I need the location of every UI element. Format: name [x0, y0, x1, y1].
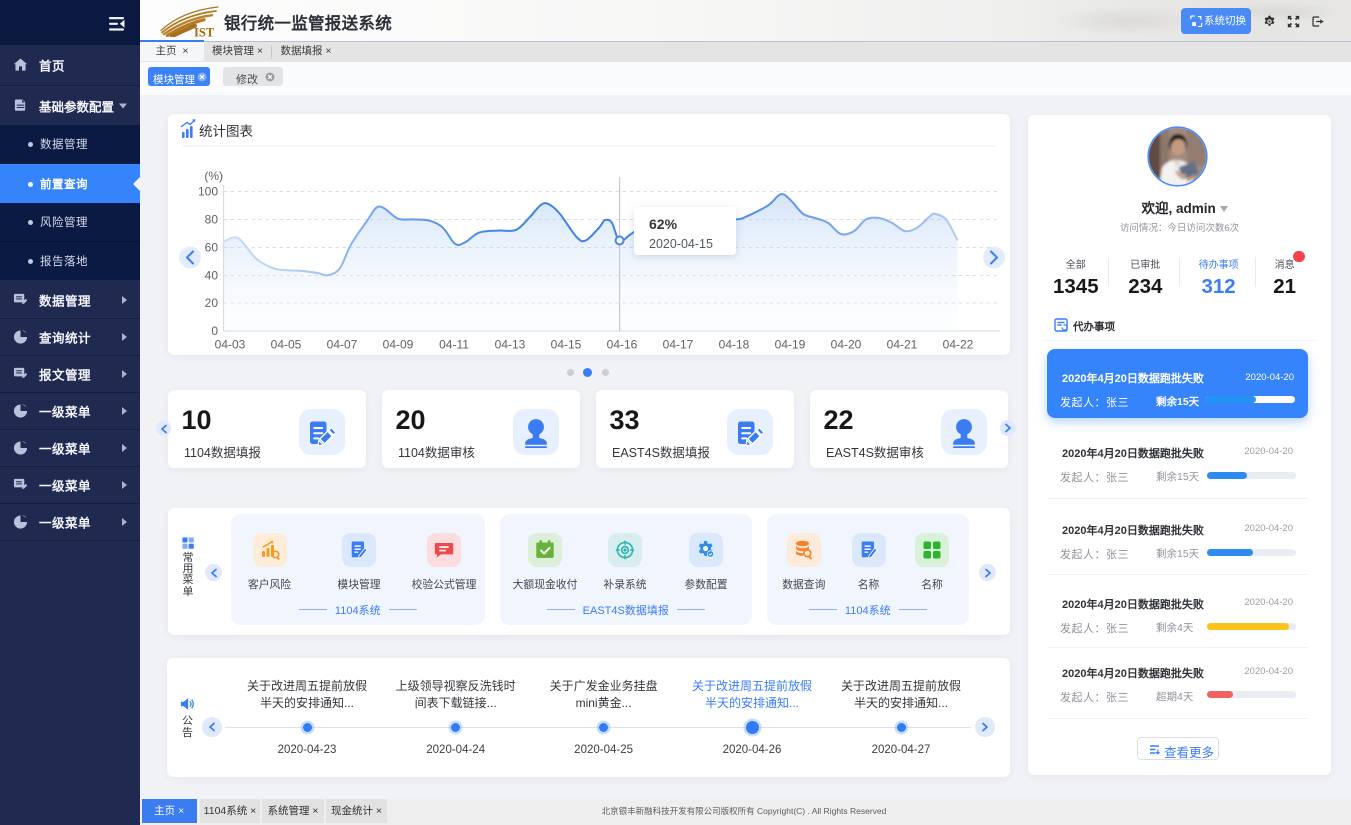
svg-text:04-13: 04-13 [495, 338, 526, 352]
svg-text:0: 0 [211, 324, 218, 338]
svg-text:04-17: 04-17 [663, 338, 694, 352]
svg-text:(%): (%) [204, 169, 223, 183]
svg-text:100: 100 [198, 185, 218, 199]
svg-text:04-20: 04-20 [831, 338, 862, 352]
svg-text:2020-04-15: 2020-04-15 [649, 237, 713, 251]
svg-text:80: 80 [205, 213, 219, 227]
svg-text:04-11: 04-11 [439, 338, 469, 352]
svg-text:04-21: 04-21 [887, 338, 918, 352]
svg-text:04-18: 04-18 [719, 338, 750, 352]
svg-text:04-22: 04-22 [943, 338, 974, 352]
svg-text:04-07: 04-07 [327, 338, 358, 352]
svg-text:统计图表: 统计图表 [199, 124, 253, 139]
svg-text:IST: IST [194, 26, 215, 38]
svg-text:04-16: 04-16 [607, 338, 638, 352]
svg-text:62%: 62% [649, 216, 678, 232]
svg-text:60: 60 [205, 241, 219, 255]
svg-text:20: 20 [205, 296, 219, 310]
svg-text:04-15: 04-15 [551, 338, 582, 352]
svg-text:04-03: 04-03 [215, 338, 246, 352]
svg-text:04-09: 04-09 [383, 338, 414, 352]
svg-text:04-19: 04-19 [775, 338, 806, 352]
svg-text:04-05: 04-05 [271, 338, 302, 352]
svg-text:40: 40 [205, 269, 219, 283]
